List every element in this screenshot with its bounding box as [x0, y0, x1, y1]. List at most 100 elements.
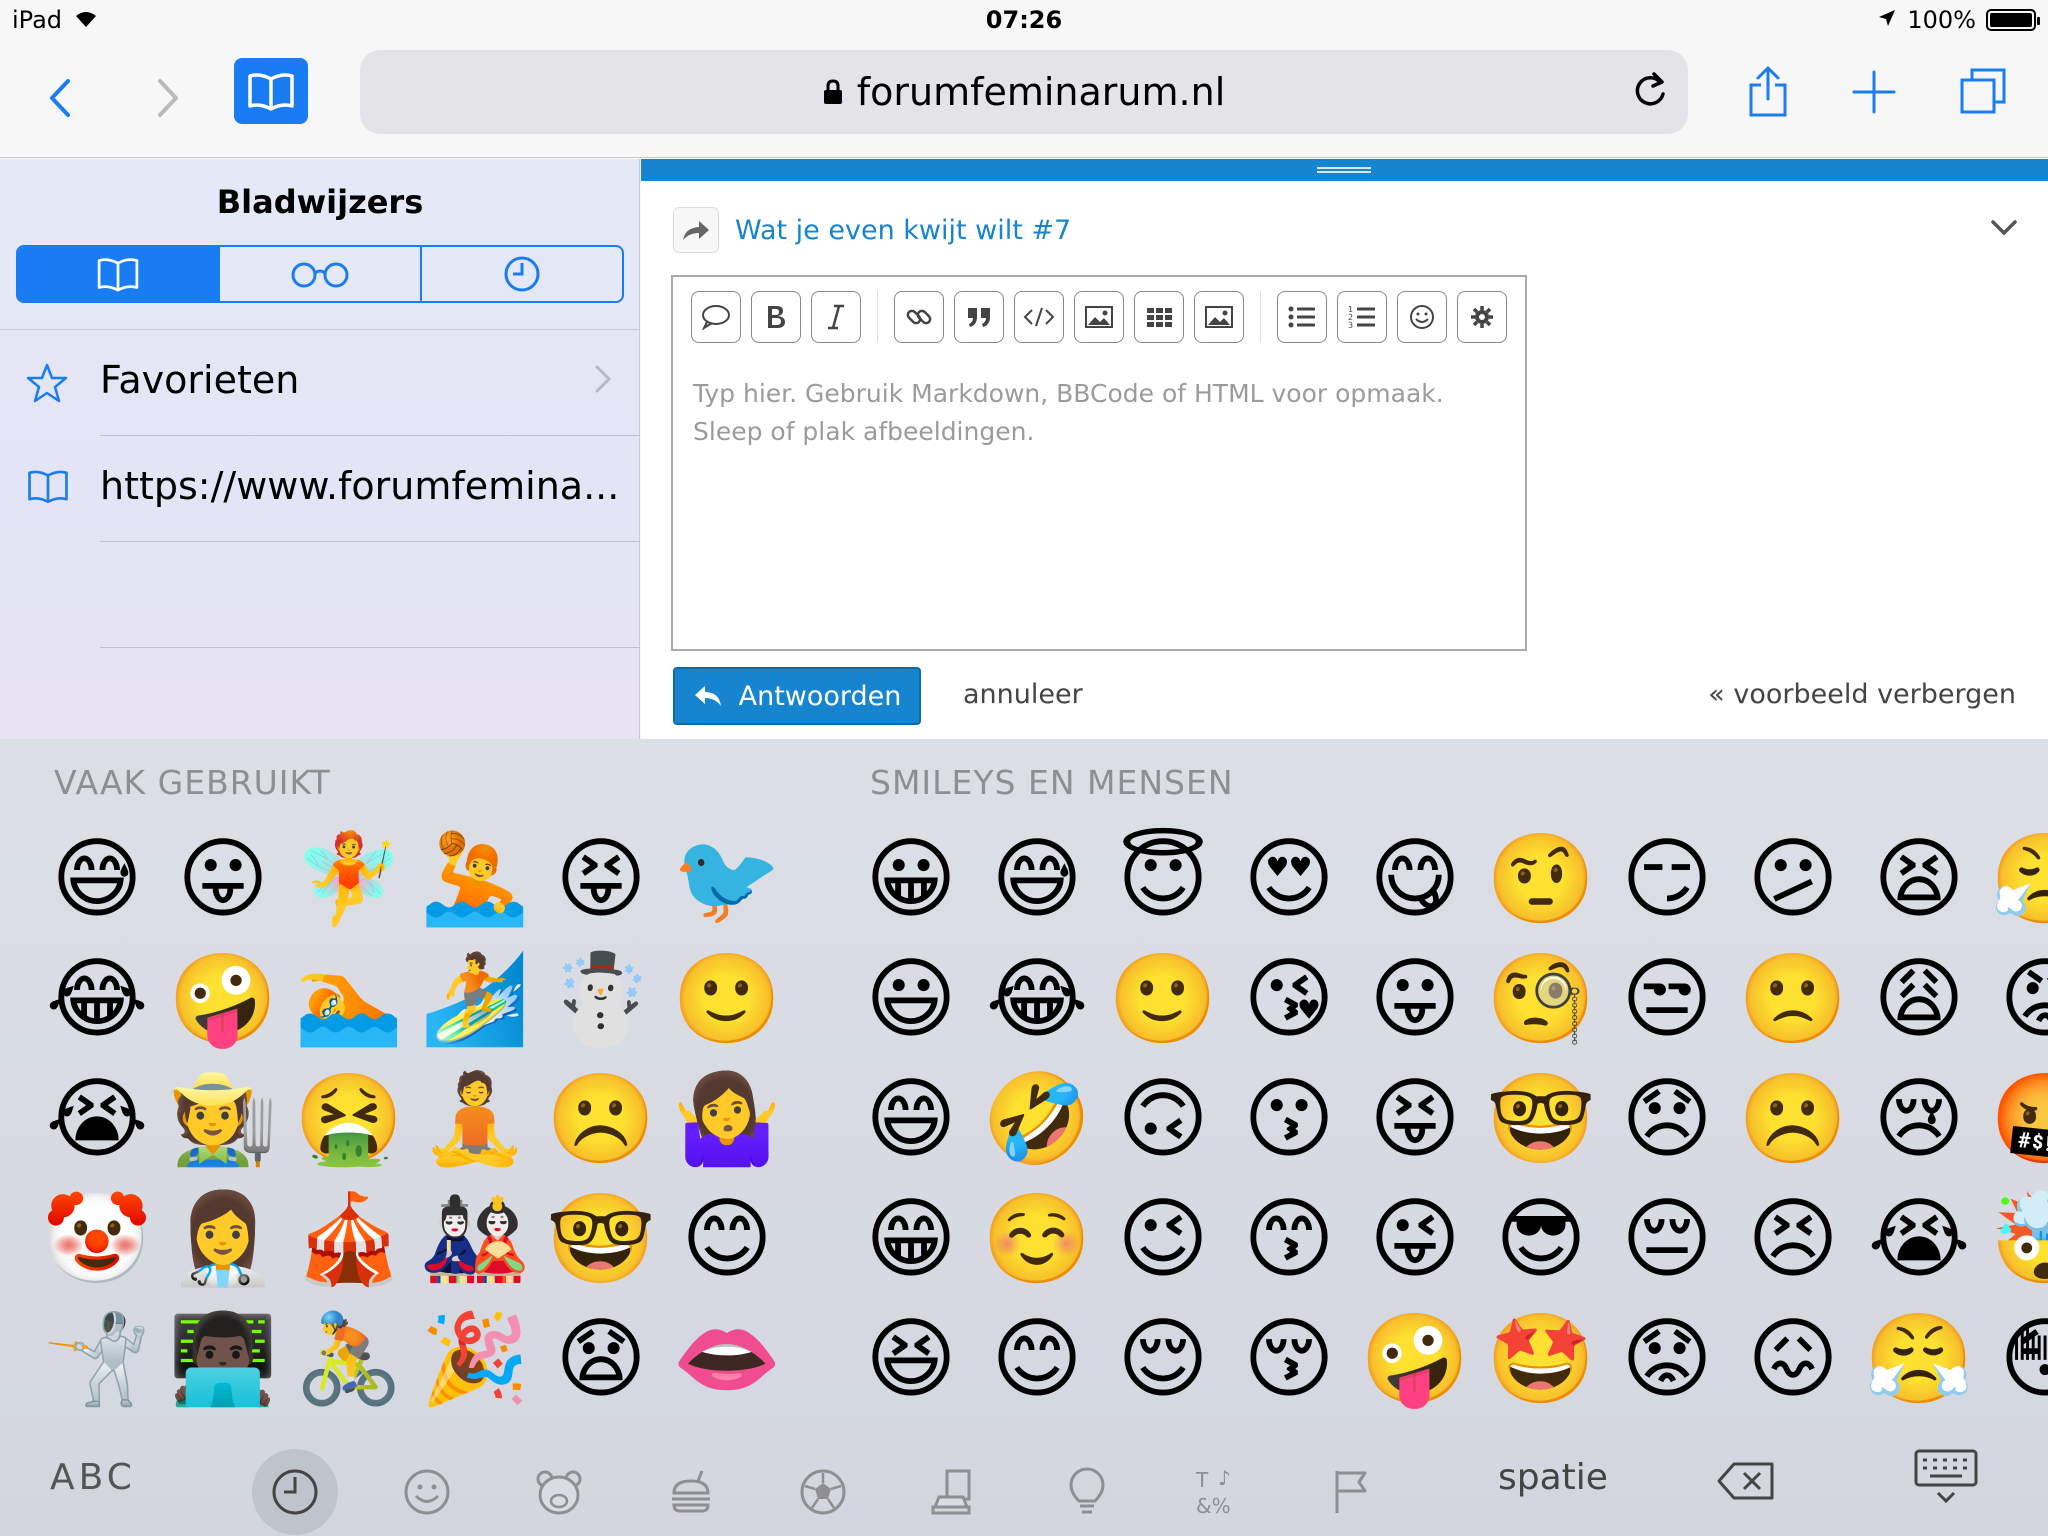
segment-bookmarks[interactable] [18, 247, 220, 301]
emoji-key[interactable]: 😞 [1604, 1059, 1730, 1179]
emoji-key[interactable]: 🐦 [664, 819, 790, 939]
emoji-key[interactable]: 😢 [1856, 1059, 1982, 1179]
emoji-key[interactable]: 👨🏿‍💻 [160, 1299, 286, 1419]
forward-button[interactable] [148, 68, 188, 128]
emoji-key[interactable]: 🤩 [1478, 1299, 1604, 1419]
options-button[interactable] [1457, 291, 1507, 343]
emoji-key[interactable]: 😭 [34, 1059, 160, 1179]
emoji-key[interactable]: 😋 [1352, 819, 1478, 939]
dismiss-keyboard-key[interactable] [1914, 1449, 1978, 1509]
emoji-key[interactable]: 😂 [34, 939, 160, 1059]
address-bar[interactable]: forumfeminarum.nl [360, 50, 1688, 134]
segment-reading-list[interactable] [220, 247, 422, 301]
space-key[interactable]: spatie [1498, 1457, 1608, 1498]
emoji-key[interactable]: 😖 [1730, 1299, 1856, 1419]
emoji-key[interactable]: 👄 [664, 1299, 790, 1419]
emoji-key[interactable]: 🎪 [286, 1179, 412, 1299]
emoji-key[interactable]: ☹️ [538, 1059, 664, 1179]
segment-history[interactable] [422, 247, 622, 301]
category-activity[interactable] [780, 1449, 866, 1535]
bold-button[interactable] [751, 291, 801, 343]
blockquote-button[interactable] [954, 291, 1004, 343]
emoji-key[interactable]: 😟 [1604, 1299, 1730, 1419]
backspace-key[interactable] [1716, 1461, 1776, 1505]
emoji-key[interactable]: 🧘 [412, 1059, 538, 1179]
share-button[interactable] [1744, 60, 1792, 124]
category-symbols[interactable]: T ♪ &% [1176, 1449, 1262, 1535]
bookmark-favorites[interactable]: Favorieten [0, 330, 640, 436]
emoji-key[interactable]: 😙 [1226, 1179, 1352, 1299]
italic-button[interactable] [811, 291, 861, 343]
emoji-key[interactable]: 🙃 [1100, 1059, 1226, 1179]
composer-resize-bar[interactable] [641, 159, 2048, 181]
emoji-key[interactable]: 😝 [538, 819, 664, 939]
bookmarks-button[interactable] [234, 58, 308, 124]
cancel-link[interactable]: annuleer [963, 679, 1083, 710]
emoji-key[interactable]: 😧 [538, 1299, 664, 1419]
hide-preview-link[interactable]: « voorbeeld verbergen [1708, 679, 2016, 710]
emoji-key[interactable]: 🤬 [1982, 1059, 2048, 1179]
link-button[interactable] [894, 291, 944, 343]
category-smileys[interactable] [384, 1449, 470, 1535]
emoji-key[interactable]: 😅 [974, 819, 1100, 939]
emoji-key[interactable]: 😆 [848, 1299, 974, 1419]
emoji-key[interactable]: 🚴 [286, 1299, 412, 1419]
emoji-key[interactable]: 🧚 [286, 819, 412, 939]
emoji-key[interactable]: 🧑‍🌾 [160, 1059, 286, 1179]
reply-button[interactable]: Antwoorden [673, 667, 921, 725]
emoji-key[interactable]: 😤 [1856, 1299, 1982, 1419]
emoji-key[interactable]: 🤪 [160, 939, 286, 1059]
emoji-key[interactable]: 😊 [664, 1179, 790, 1299]
emoji-key[interactable]: 😄 [848, 1059, 974, 1179]
table-button[interactable] [1134, 291, 1184, 343]
emoji-key[interactable]: 🏄 [412, 939, 538, 1059]
abc-key[interactable]: ABC [50, 1457, 136, 1498]
upload-image-button[interactable] [1074, 291, 1124, 343]
reply-editor[interactable]: 123 Typ hier. Gebruik Markdown, BBCode o… [671, 275, 1527, 651]
emoji-key[interactable]: 🎎 [412, 1179, 538, 1299]
emoji-key[interactable]: 😍 [1226, 819, 1352, 939]
emoji-key[interactable]: 😛 [160, 819, 286, 939]
emoji-key[interactable]: 😊 [974, 1299, 1100, 1419]
emoji-key[interactable]: 😅 [34, 819, 160, 939]
emoji-key[interactable]: 😝 [1352, 1059, 1478, 1179]
tabs-button[interactable] [1956, 64, 2010, 118]
emoji-key[interactable]: 😜 [1352, 1179, 1478, 1299]
category-objects[interactable] [1044, 1449, 1130, 1535]
code-button[interactable] [1014, 291, 1064, 343]
quote-bubble-button[interactable] [691, 291, 741, 343]
emoji-key[interactable]: 😭 [1856, 1179, 1982, 1299]
reply-action-button[interactable] [673, 207, 719, 253]
emoji-key[interactable]: 🤮 [286, 1059, 412, 1179]
emoji-key[interactable]: 🤓 [1478, 1059, 1604, 1179]
emoji-key[interactable]: 😗 [1226, 1059, 1352, 1179]
emoji-key[interactable]: 😩 [1856, 939, 1982, 1059]
emoji-key[interactable]: 🤡 [34, 1179, 160, 1299]
emoji-key[interactable]: 😃 [848, 939, 974, 1059]
emoji-button[interactable] [1397, 291, 1447, 343]
emoji-key[interactable]: 😫 [1856, 819, 1982, 939]
emoji-key[interactable]: ☃️ [538, 939, 664, 1059]
emoji-key[interactable]: 😳 [1982, 1299, 2048, 1419]
emoji-key[interactable]: 🤷‍♀️ [664, 1059, 790, 1179]
emoji-key[interactable]: 🤺 [34, 1299, 160, 1419]
emoji-key[interactable]: 🙁 [1730, 939, 1856, 1059]
emoji-key[interactable]: 😛 [1352, 939, 1478, 1059]
emoji-key[interactable]: 🤯 [1982, 1179, 2048, 1299]
emoji-key[interactable]: 🤣 [974, 1059, 1100, 1179]
bookmark-forumfeminarum[interactable]: https://www.forumfemina... [0, 436, 640, 542]
emoji-key[interactable]: 🤓 [538, 1179, 664, 1299]
emoji-key[interactable]: 😇 [1100, 819, 1226, 939]
thread-title-link[interactable]: Wat je even kwijt wilt #7 [735, 215, 1071, 246]
bullet-list-button[interactable] [1277, 291, 1327, 343]
category-travel[interactable] [912, 1449, 998, 1535]
emoji-key[interactable]: 😉 [1100, 1179, 1226, 1299]
chevron-down-icon[interactable] [1990, 219, 2018, 241]
numbered-list-button[interactable]: 123 [1337, 291, 1387, 343]
emoji-key[interactable]: 🎉 [412, 1299, 538, 1419]
emoji-key[interactable]: 😒 [1604, 939, 1730, 1059]
emoji-key[interactable]: 😔 [1604, 1179, 1730, 1299]
emoji-key[interactable]: 👩‍⚕️ [160, 1179, 286, 1299]
emoji-key[interactable]: 😀 [848, 819, 974, 939]
emoji-key[interactable]: 🧐 [1478, 939, 1604, 1059]
